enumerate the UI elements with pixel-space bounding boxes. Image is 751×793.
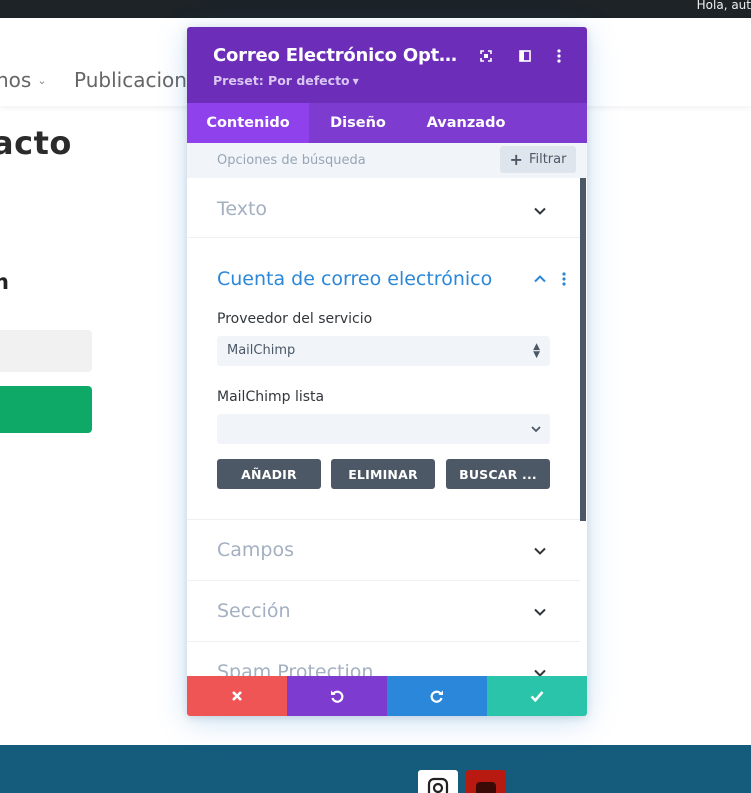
chevron-up-icon[interactable]: [533, 272, 547, 286]
undo-icon: [331, 690, 344, 703]
undo-button[interactable]: [287, 676, 387, 716]
section-title-seccion: Sección: [217, 600, 291, 622]
scrollbar[interactable]: [580, 178, 586, 521]
chevron-down-icon[interactable]: [533, 666, 547, 676]
youtube-icon[interactable]: [466, 770, 506, 793]
provider-label: Proveedor del servicio: [217, 311, 373, 327]
discard-button[interactable]: [187, 676, 287, 716]
tab-avanzado[interactable]: Avanzado: [407, 103, 525, 143]
tab-contenido[interactable]: Contenido: [187, 103, 309, 143]
options-search-input[interactable]: [217, 143, 487, 178]
list-select[interactable]: [217, 414, 550, 444]
instagram-icon[interactable]: [418, 770, 458, 793]
filter-button[interactable]: + Filtrar: [500, 146, 576, 173]
chevron-down-icon: [531, 426, 541, 433]
close-icon: [232, 691, 242, 701]
module-settings-modal: Correo Electrónico Optin C... Preset: Po…: [187, 27, 587, 716]
nav-item-label: nos: [0, 68, 32, 92]
nav-item-nos[interactable]: nos ⌄: [0, 68, 47, 92]
site-footer: [0, 745, 751, 793]
page-title: acto: [0, 124, 72, 162]
section-spam-protection[interactable]: Spam Protection: [187, 642, 580, 676]
admin-greeting[interactable]: Hola, aut: [697, 0, 751, 18]
background-submit-button[interactable]: [0, 386, 92, 433]
modal-title: Correo Electrónico Optin C...: [213, 45, 463, 66]
modal-footer-actions: [187, 676, 587, 716]
options-search-bar: + Filtrar: [187, 143, 587, 178]
chevron-down-icon: ⌄: [37, 74, 47, 87]
focus-icon[interactable]: [475, 45, 497, 67]
section-title-cuenta[interactable]: Cuenta de correo electrónico: [217, 268, 492, 290]
search-list-button[interactable]: BUSCAR ...: [446, 459, 550, 489]
preset-label: Preset: Por defecto: [213, 73, 350, 88]
updown-arrows-icon: ▲ ▼: [533, 342, 540, 360]
add-list-button[interactable]: AÑADIR: [217, 459, 321, 489]
chevron-down-icon[interactable]: [533, 544, 547, 558]
background-input-field[interactable]: [0, 330, 92, 372]
modal-header: Correo Electrónico Optin C... Preset: Po…: [187, 27, 587, 103]
section-texto[interactable]: Texto: [187, 178, 580, 238]
modal-tabs: Contenido Diseño Avanzado: [187, 103, 587, 143]
section-seccion[interactable]: Sección: [187, 581, 580, 642]
section-title-campos: Campos: [217, 539, 295, 561]
modal-content: Texto Cuenta de correo electrónico Prove…: [187, 178, 587, 676]
section-title-texto: Texto: [217, 198, 268, 220]
provider-select-value: MailChimp: [227, 343, 296, 358]
tab-diseno[interactable]: Diseño: [309, 103, 407, 143]
redo-button[interactable]: [387, 676, 487, 716]
chevron-down-icon[interactable]: [533, 204, 547, 218]
admin-bar: Hola, aut: [0, 0, 751, 18]
remove-list-button[interactable]: ELIMINAR: [331, 459, 435, 489]
caret-down-icon: ▼: [352, 77, 359, 86]
section-campos[interactable]: Campos: [187, 520, 580, 581]
check-icon: [530, 691, 544, 702]
split-view-icon[interactable]: [514, 45, 536, 67]
nav-item-publicaciones[interactable]: Publicacione: [74, 68, 199, 92]
redo-icon: [430, 690, 443, 703]
provider-select[interactable]: MailChimp ▲ ▼: [217, 336, 550, 366]
chevron-down-icon[interactable]: [533, 605, 547, 619]
more-vertical-icon[interactable]: [562, 272, 566, 286]
filter-label: Filtrar: [528, 152, 567, 167]
plus-icon: +: [509, 150, 523, 169]
more-vertical-icon[interactable]: [548, 45, 570, 67]
section-heading: n: [0, 270, 9, 294]
save-button[interactable]: [487, 676, 587, 716]
section-title-spam: Spam Protection: [217, 661, 374, 676]
list-label: MailChimp lista: [217, 389, 325, 405]
preset-selector[interactable]: Preset: Por defecto ▼: [213, 73, 359, 88]
